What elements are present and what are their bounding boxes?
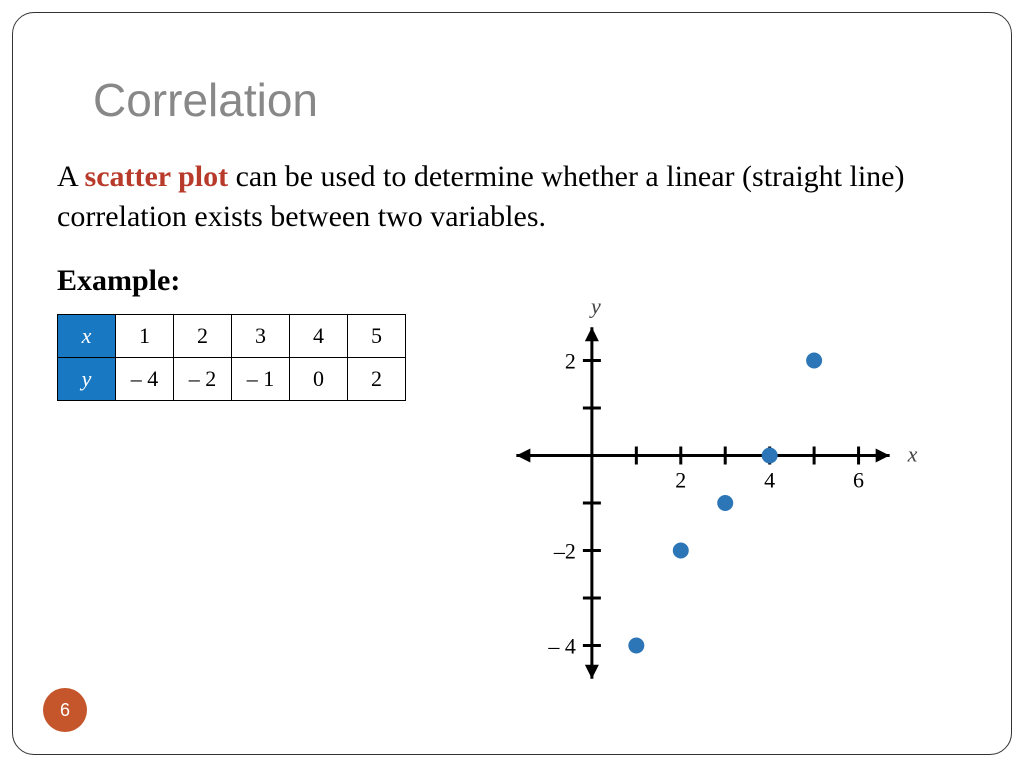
body-text-prefix: A xyxy=(57,160,85,193)
table-cell: 0 xyxy=(290,358,348,401)
body-term: scatter plot xyxy=(85,160,229,193)
svg-text:x: x xyxy=(907,442,918,467)
slide-frame: Correlation A scatter plot can be used t… xyxy=(12,12,1012,755)
slide-title: Correlation xyxy=(93,73,1011,127)
svg-text:4: 4 xyxy=(764,468,775,493)
data-table-wrap: x 1 2 3 4 5 y – 4 – 2 – 1 0 2 xyxy=(57,314,406,401)
table-cell: 4 xyxy=(290,315,348,358)
table-cell: – 2 xyxy=(174,358,232,401)
table-cell: 5 xyxy=(348,315,406,358)
svg-text:2: 2 xyxy=(675,468,686,493)
svg-text:y: y xyxy=(589,293,601,318)
plot-svg: 2 4 6 – 4 –2 2 x y xyxy=(463,293,943,713)
svg-text:–2: –2 xyxy=(553,539,576,564)
svg-text:6: 6 xyxy=(853,468,864,493)
page-number-badge: 6 xyxy=(43,688,87,732)
table-row: y – 4 – 2 – 1 0 2 xyxy=(58,358,406,401)
table-cell: 1 xyxy=(116,315,174,358)
svg-text:2: 2 xyxy=(565,349,576,374)
table-header-y: y xyxy=(58,358,116,401)
table-row: x 1 2 3 4 5 xyxy=(58,315,406,358)
table-cell: – 1 xyxy=(232,358,290,401)
table-cell: 2 xyxy=(174,315,232,358)
table-header-x: x xyxy=(58,315,116,358)
body-paragraph: A scatter plot can be used to determine … xyxy=(57,157,971,236)
table-cell: 2 xyxy=(348,358,406,401)
table-cell: 3 xyxy=(232,315,290,358)
table-cell: – 4 xyxy=(116,358,174,401)
scatter-plot: 2 4 6 – 4 –2 2 x y xyxy=(463,293,943,718)
data-table: x 1 2 3 4 5 y – 4 – 2 – 1 0 2 xyxy=(57,314,406,401)
svg-text:– 4: – 4 xyxy=(547,634,576,659)
